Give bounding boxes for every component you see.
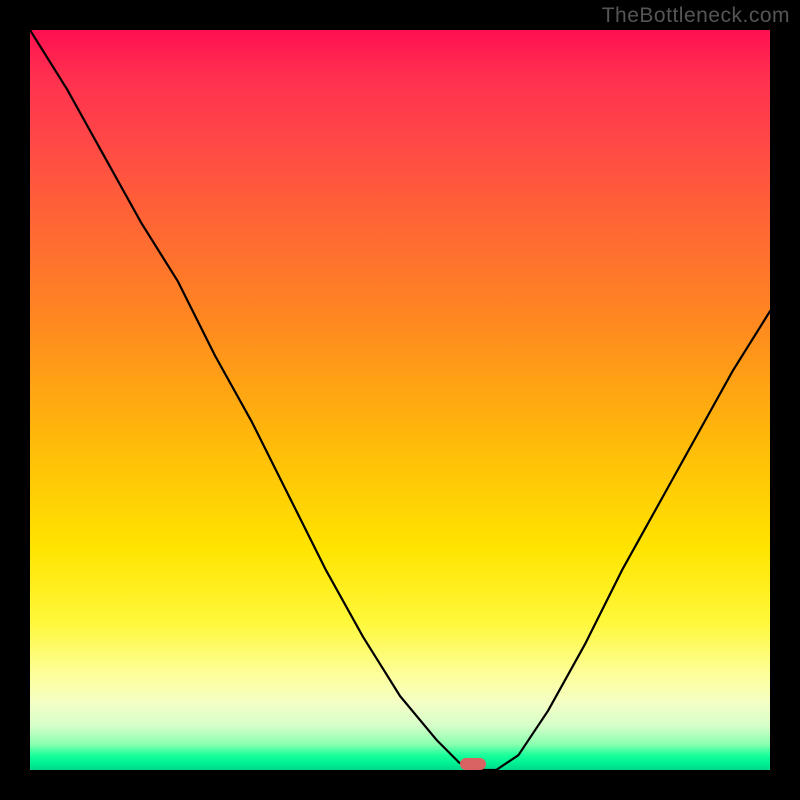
chart-frame: TheBottleneck.com: [0, 0, 800, 800]
plot-area: [30, 30, 770, 770]
bottleneck-curve: [30, 30, 770, 770]
minimum-marker: [460, 758, 486, 770]
watermark-text: TheBottleneck.com: [602, 4, 790, 28]
